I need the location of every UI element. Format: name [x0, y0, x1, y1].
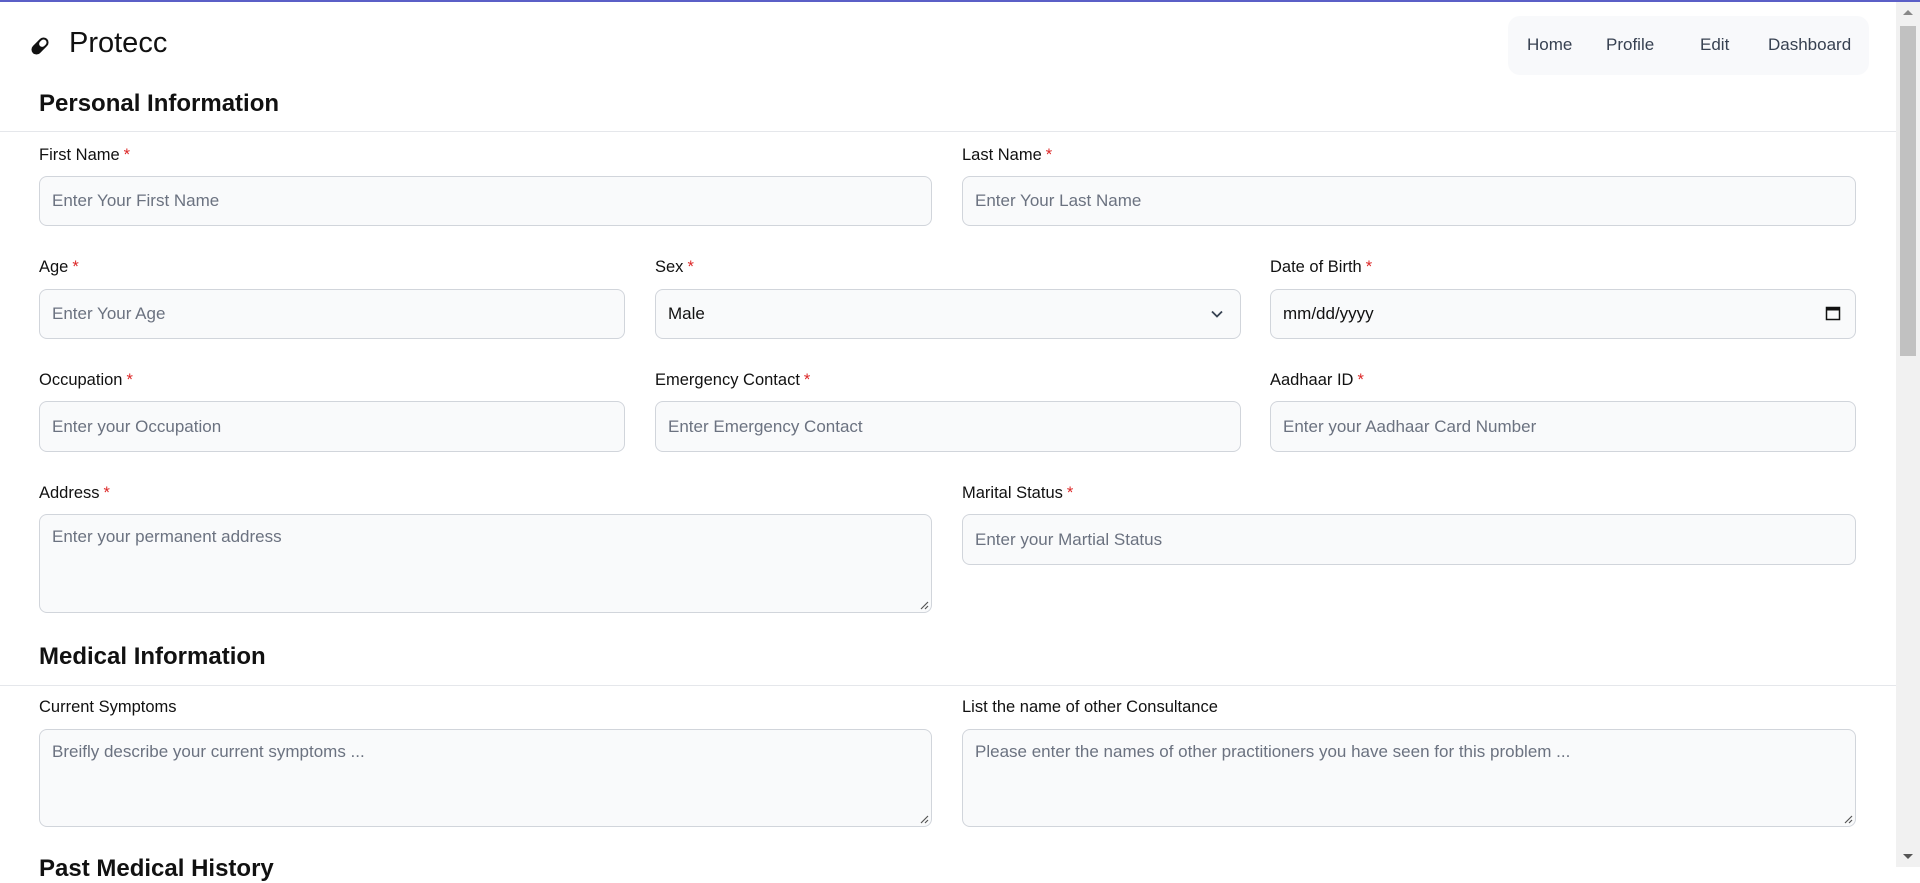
dob-placeholder: mm/dd/yyyy: [1283, 304, 1374, 323]
consultance-wrapper: [962, 729, 1856, 827]
section-title-medical: Medical Information: [39, 643, 266, 670]
symptoms-wrapper: [39, 729, 932, 827]
sex-selected-value: Male: [668, 304, 705, 323]
aadhaar-label: Aadhaar ID *: [1270, 371, 1364, 389]
other-consultance-textarea[interactable]: [962, 729, 1856, 827]
marital-status-input[interactable]: [962, 514, 1856, 565]
scrollbar[interactable]: [1896, 2, 1920, 867]
resize-handle-icon[interactable]: [1843, 814, 1853, 824]
resize-handle-icon[interactable]: [919, 814, 929, 824]
resize-handle-icon[interactable]: [919, 600, 929, 610]
section-title-personal: Personal Information: [39, 90, 280, 117]
aadhaar-input[interactable]: [1270, 401, 1856, 452]
chevron-down-icon: [1211, 310, 1223, 318]
scrollbar-thumb[interactable]: [1900, 26, 1916, 356]
other-consultance-label: List the name of other Consultance: [962, 698, 1218, 716]
scroll-down-arrow-icon[interactable]: [1903, 854, 1913, 859]
calendar-icon[interactable]: [1825, 305, 1841, 321]
top-accent-bar: [0, 0, 1920, 2]
divider: [0, 131, 1896, 132]
address-textarea[interactable]: [39, 514, 932, 613]
emergency-contact-input[interactable]: [655, 401, 1241, 452]
current-symptoms-label: Current Symptoms: [39, 698, 177, 716]
brand-name[interactable]: Protecc: [69, 27, 167, 60]
pill-icon: [31, 37, 49, 55]
nav-home[interactable]: Home: [1527, 35, 1572, 55]
age-input[interactable]: [39, 289, 625, 339]
divider: [0, 685, 1896, 686]
first-name-input[interactable]: [39, 176, 932, 226]
first-name-label: First Name *: [39, 146, 131, 164]
section-title-past-medical-history: Past Medical History: [39, 855, 274, 882]
scroll-up-arrow-icon[interactable]: [1903, 10, 1913, 15]
main-nav: Home Profile Edit Dashboard: [1508, 16, 1869, 75]
current-symptoms-textarea[interactable]: [39, 729, 932, 827]
nav-dashboard[interactable]: Dashboard: [1768, 35, 1851, 55]
age-label: Age *: [39, 258, 79, 276]
occupation-input[interactable]: [39, 401, 625, 452]
emergency-contact-label: Emergency Contact *: [655, 371, 811, 389]
last-name-input[interactable]: [962, 176, 1856, 226]
sex-label: Sex *: [655, 258, 694, 276]
sex-select[interactable]: Male: [655, 289, 1241, 339]
dob-label: Date of Birth *: [1270, 258, 1373, 276]
nav-profile[interactable]: Profile: [1606, 35, 1654, 55]
occupation-label: Occupation *: [39, 371, 133, 389]
nav-edit[interactable]: Edit: [1700, 35, 1729, 55]
address-wrapper: [39, 514, 932, 613]
dob-input[interactable]: mm/dd/yyyy: [1270, 289, 1856, 339]
last-name-label: Last Name *: [962, 146, 1053, 164]
address-label: Address *: [39, 484, 110, 502]
marital-status-label: Marital Status *: [962, 484, 1074, 502]
